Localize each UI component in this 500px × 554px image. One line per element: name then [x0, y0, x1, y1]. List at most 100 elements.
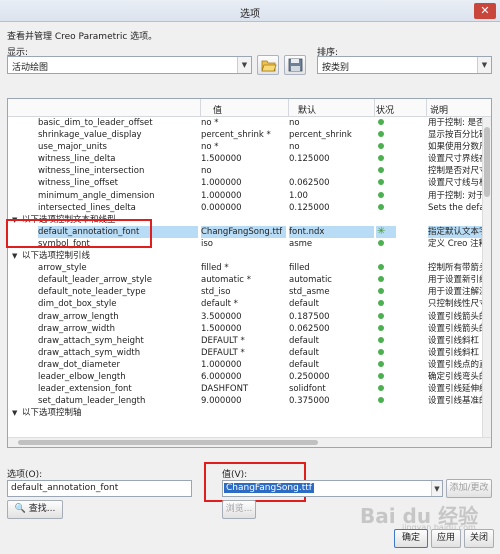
- table-row[interactable]: dim_dot_box_style default * default 只控制线性尺寸: [8, 298, 483, 310]
- table-row[interactable]: leader_extension_font DASHFONT solidfont 设置…: [8, 383, 483, 395]
- table-row[interactable]: draw_dot_diameter 1.000000 default 设置引线点的直: [8, 359, 483, 371]
- status-dot-icon: [378, 276, 384, 283]
- option-default: 0.187500: [289, 311, 330, 322]
- group-label: 以下选项控制轴: [22, 408, 82, 419]
- find-button[interactable]: 🔍 查找...: [7, 500, 63, 519]
- chevron-down-icon: ▼: [237, 57, 251, 73]
- table-row[interactable]: default_leader_arrow_style automatic * aut…: [8, 274, 483, 286]
- option-description: 设置尺寸界线在: [428, 154, 483, 165]
- option-value: percent_shrink *: [201, 130, 271, 141]
- table-row[interactable]: witness_line_delta 1.500000 0.125000 设置尺寸界线…: [8, 153, 483, 165]
- option-value: no *: [201, 118, 219, 128]
- display-select[interactable]: 活动绘图 ▼: [7, 56, 252, 74]
- ok-button[interactable]: 确定: [394, 529, 428, 548]
- value-input[interactable]: ChangFangSong.ttf: [222, 480, 442, 497]
- status-dot-icon: [378, 264, 384, 271]
- expand-triangle-icon[interactable]: ▼: [12, 250, 17, 262]
- table-row[interactable]: draw_arrow_width 1.500000 0.062500 设置引线箭头的: [8, 323, 483, 335]
- option-status: [376, 383, 396, 395]
- option-value: 1.000000: [201, 190, 242, 201]
- close-window-button[interactable]: ✕: [474, 3, 496, 19]
- option-description: 如果使用分数尺: [428, 142, 483, 153]
- option-value: filled *: [201, 263, 229, 274]
- option-value: 1.500000: [201, 154, 242, 165]
- apply-button[interactable]: 应用: [431, 529, 461, 548]
- options-table[interactable]: 值 默认 状况 说明 basic_dim_to_leader_offset no …: [7, 98, 492, 448]
- table-row[interactable]: set_datum_leader_length 9.000000 0.375000 设…: [8, 395, 483, 407]
- option-value: 3.500000: [201, 311, 242, 322]
- table-row[interactable]: shrinkage_value_display percent_shrink * p…: [8, 129, 483, 141]
- column-header-default[interactable]: 默认: [298, 103, 316, 116]
- option-name: default_leader_arrow_style: [38, 275, 152, 286]
- status-dot-icon: [378, 312, 384, 319]
- option-value: iso: [201, 238, 213, 249]
- table-row[interactable]: arrow_style filled * filled 控制所有带箭头: [8, 262, 483, 274]
- sort-select[interactable]: 按类别 ▼: [317, 56, 492, 74]
- option-default: no: [289, 142, 300, 153]
- table-row[interactable]: draw_attach_sym_height DEFAULT * default 设置…: [8, 335, 483, 347]
- option-value: 9.000000: [201, 396, 242, 407]
- option-input[interactable]: default_annotation_font: [7, 480, 192, 497]
- column-header-status[interactable]: 状况: [376, 103, 394, 116]
- horizontal-scrollbar[interactable]: [8, 437, 491, 447]
- group-row[interactable]: ▼ 以下选项控制引线: [8, 250, 483, 262]
- option-default: asme: [289, 238, 313, 249]
- open-config-button[interactable]: [257, 55, 279, 75]
- option-default: percent_shrink: [289, 130, 352, 141]
- option-status: [376, 298, 396, 310]
- table-row[interactable]: default_note_leader_type std_iso std_asme 用…: [8, 286, 483, 298]
- option-value: DEFAULT *: [201, 335, 245, 346]
- option-name: dim_dot_box_style: [38, 299, 117, 310]
- option-name: witness_line_delta: [38, 154, 116, 165]
- table-row[interactable]: leader_elbow_length 6.000000 0.250000 确定引线弯…: [8, 371, 483, 383]
- expand-triangle-icon[interactable]: ▼: [12, 407, 17, 419]
- option-name: shrinkage_value_display: [38, 130, 142, 141]
- save-config-button[interactable]: [284, 55, 306, 75]
- status-dot-icon: [378, 397, 384, 404]
- option-status: [376, 395, 396, 407]
- group-row[interactable]: ▼ 以下选项控制轴: [8, 407, 483, 419]
- title-bar: 选项 ✕: [0, 0, 500, 22]
- option-default: 1.00: [289, 190, 308, 201]
- column-header-description[interactable]: 说明: [430, 103, 448, 116]
- option-default: default: [289, 335, 319, 346]
- window-title: 选项: [240, 9, 260, 20]
- column-header-value[interactable]: 值: [213, 103, 222, 116]
- option-status: [376, 177, 396, 189]
- option-default: 0.250000: [289, 371, 330, 382]
- option-name: leader_elbow_length: [38, 371, 126, 382]
- highlight-callout-option: [6, 219, 152, 248]
- value-text: ChangFangSong.ttf: [224, 483, 314, 493]
- vertical-scrollbar[interactable]: [482, 117, 491, 447]
- option-value: DEFAULT *: [201, 347, 245, 358]
- option-description: 控制是否对尺寸: [428, 166, 483, 177]
- value-dropdown[interactable]: ▼: [431, 480, 443, 497]
- option-description: 只控制线性尺寸: [428, 299, 483, 310]
- chevron-down-icon: ▼: [477, 57, 491, 73]
- table-row[interactable]: witness_line_intersection no 控制是否对尺寸: [8, 165, 483, 177]
- option-status: [376, 190, 396, 202]
- option-description: 指定默认文本字: [428, 225, 483, 238]
- option-value: 1.500000: [201, 323, 242, 334]
- option-description: 设置引线箭头的: [428, 323, 483, 334]
- option-name: set_datum_leader_length: [38, 396, 146, 407]
- table-row[interactable]: draw_arrow_length 3.500000 0.187500 设置引线箭头的: [8, 311, 483, 323]
- table-row[interactable]: minimum_angle_dimension 1.000000 1.00 用于控制:…: [8, 190, 483, 202]
- chevron-down-icon: ▼: [431, 481, 442, 496]
- status-dot-icon: [378, 385, 384, 392]
- table-row[interactable]: basic_dim_to_leader_offset no * no 用于控制: 是否…: [8, 117, 483, 129]
- option-description: 设置引线斜杠: [428, 347, 480, 358]
- table-row[interactable]: draw_attach_sym_width DEFAULT * default 设置引…: [8, 347, 483, 359]
- table-row[interactable]: intersected_lines_delta 0.000000 0.125000 S…: [8, 202, 483, 214]
- option-status: [376, 359, 396, 371]
- status-dot-icon: [378, 131, 384, 138]
- option-status: ✳: [376, 225, 396, 238]
- option-value: std_iso: [201, 287, 231, 298]
- browse-button[interactable]: 浏览...: [222, 500, 256, 519]
- add-change-button[interactable]: 添加/更改: [446, 479, 492, 498]
- table-row[interactable]: witness_line_offset 1.000000 0.062500 设置尺寸线…: [8, 177, 483, 189]
- status-dot-icon: [378, 143, 384, 150]
- table-row[interactable]: use_major_units no * no 如果使用分数尺: [8, 141, 483, 153]
- option-default: solidfont: [289, 384, 326, 395]
- close-button[interactable]: 关闭: [464, 529, 494, 548]
